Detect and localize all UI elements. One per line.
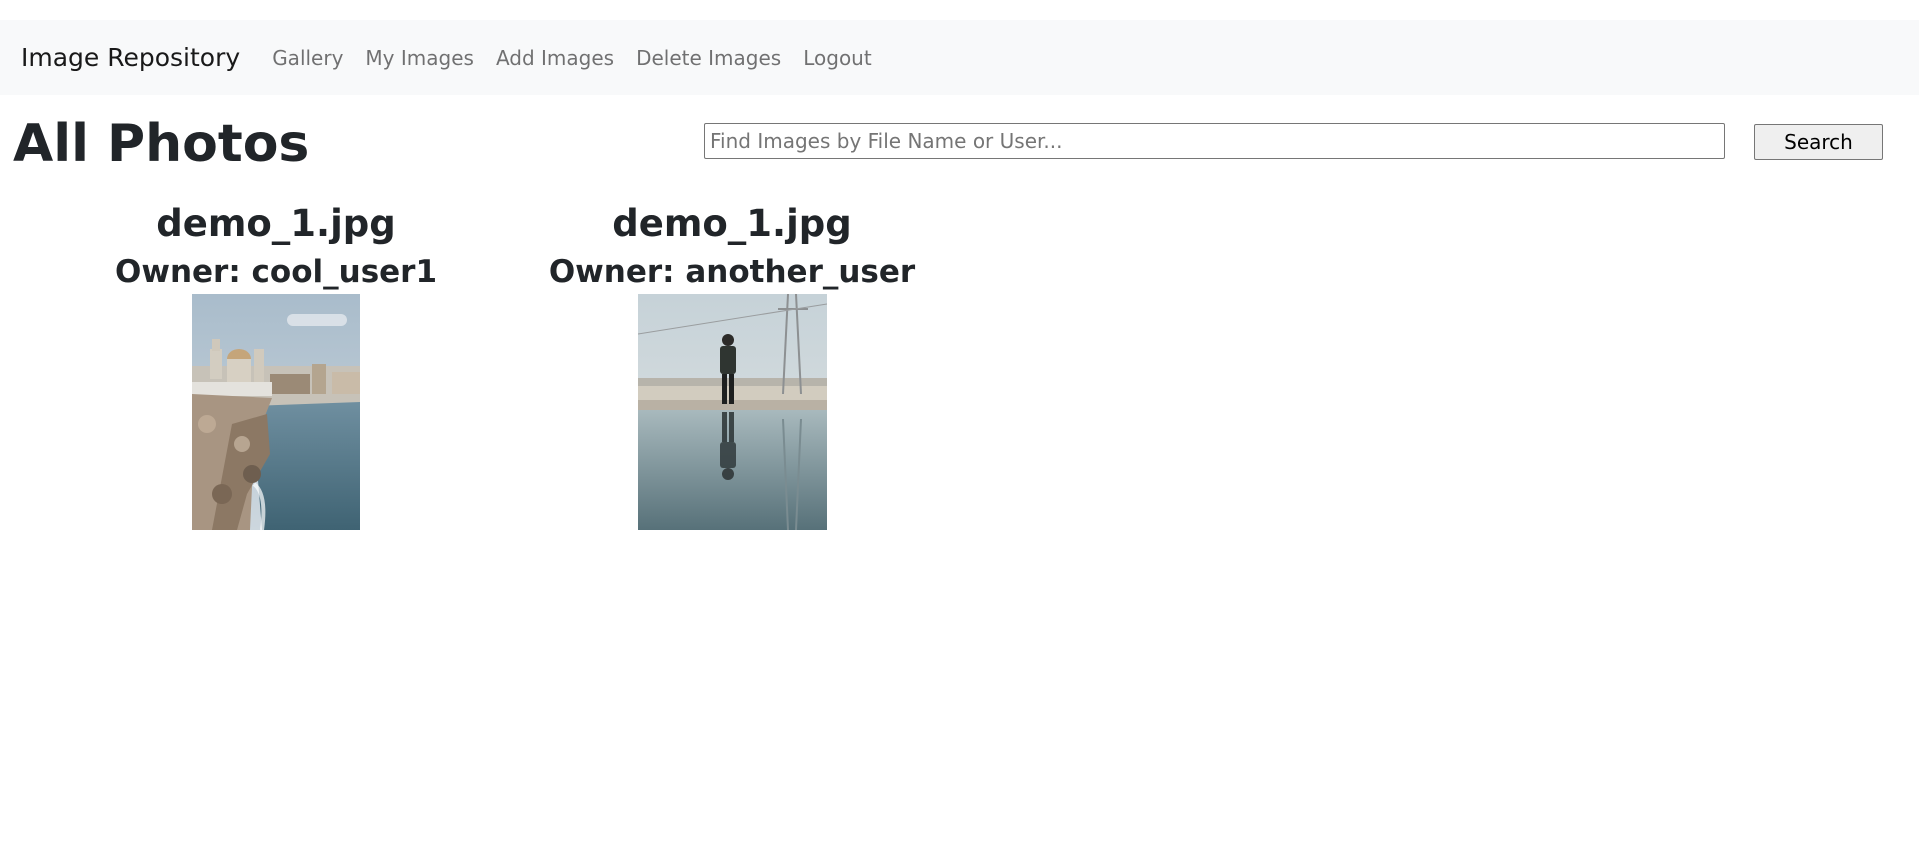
brand-link[interactable]: Image Repository bbox=[21, 43, 240, 72]
search-button[interactable]: Search bbox=[1754, 124, 1883, 160]
photo-card: demo_1.jpg Owner: cool_user1 bbox=[115, 198, 437, 530]
nav-links: Gallery My Images Add Images Delete Imag… bbox=[272, 46, 872, 70]
search-input[interactable] bbox=[704, 123, 1725, 159]
photo-file-name: demo_1.jpg bbox=[612, 202, 852, 245]
nav-link-logout[interactable]: Logout bbox=[803, 46, 871, 70]
photo-card: demo_1.jpg Owner: another_user bbox=[549, 198, 915, 530]
nav-link-gallery[interactable]: Gallery bbox=[272, 46, 343, 70]
nav-link-add-images[interactable]: Add Images bbox=[496, 46, 614, 70]
photo-file-name: demo_1.jpg bbox=[156, 202, 396, 245]
page-title: All Photos bbox=[13, 114, 310, 174]
nav-link-my-images[interactable]: My Images bbox=[365, 46, 474, 70]
photo-owner: Owner: another_user bbox=[548, 254, 916, 290]
nav-link-delete-images[interactable]: Delete Images bbox=[636, 46, 781, 70]
photo-owner: Owner: cool_user1 bbox=[114, 254, 438, 290]
photo-image-seaside-cathedral[interactable] bbox=[192, 294, 360, 530]
navbar: Image Repository Gallery My Images Add I… bbox=[0, 20, 1919, 95]
photo-image-reflection[interactable] bbox=[637, 294, 827, 530]
